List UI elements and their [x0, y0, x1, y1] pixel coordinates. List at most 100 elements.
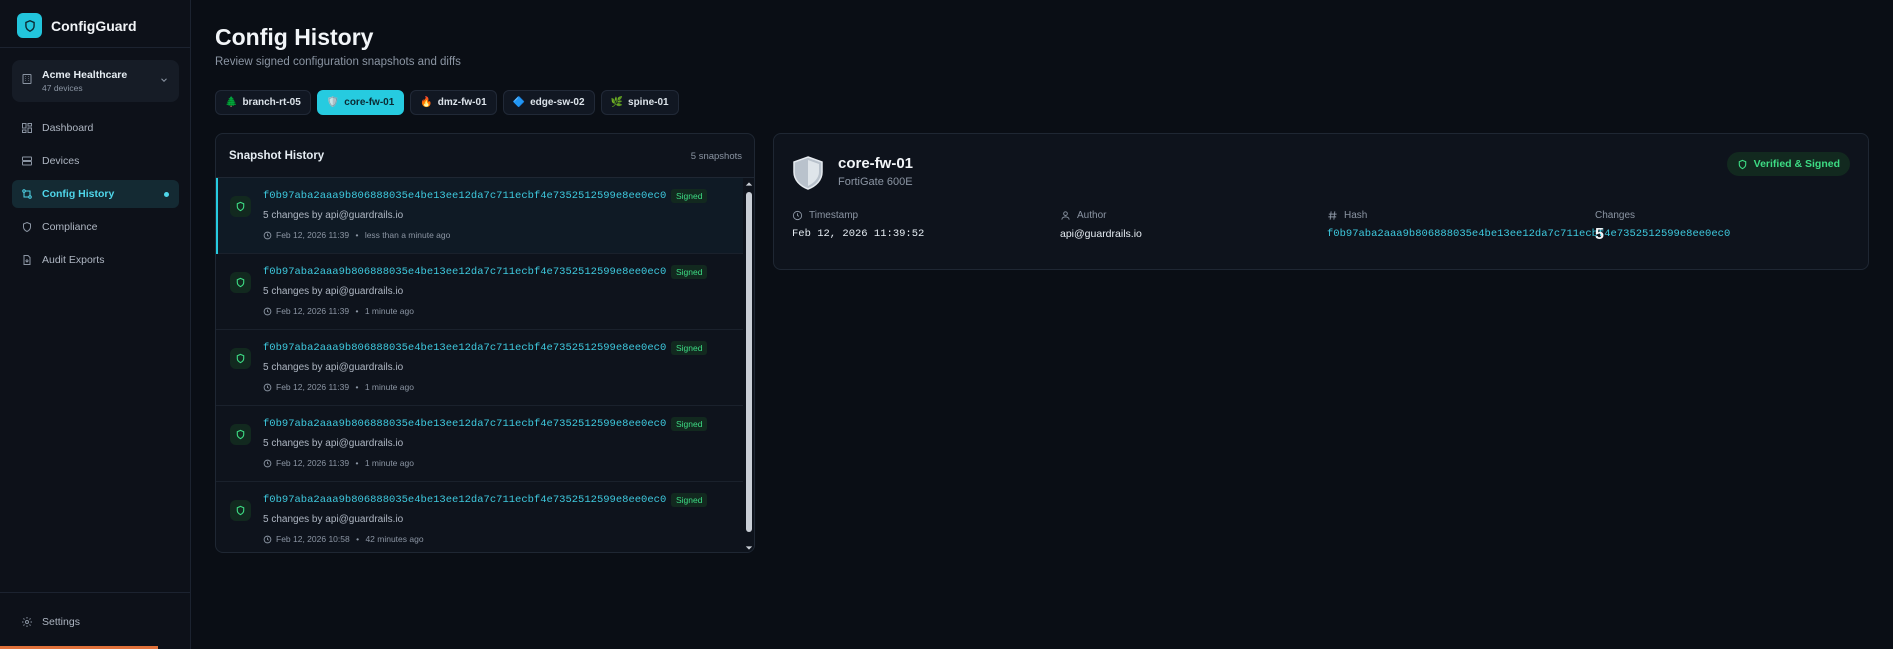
- brand[interactable]: ConfigGuard: [17, 13, 137, 38]
- changes-value: 5: [1595, 226, 1604, 243]
- author-value: api@guardrails.io: [1060, 228, 1142, 240]
- snapshot-changes: 5 changes by api@guardrails.io: [263, 362, 404, 373]
- field-label-text: Hash: [1344, 210, 1368, 221]
- snapshot-item[interactable]: f0b97aba2aaa9b806888035e4be13ee12da7c711…: [216, 178, 743, 254]
- device-name: core-fw-01: [838, 155, 914, 172]
- snapshot-ago: 1 minute ago: [364, 458, 414, 468]
- divider: [0, 47, 190, 48]
- snapshot-list: f0b97aba2aaa9b806888035e4be13ee12da7c711…: [216, 178, 743, 552]
- tab-branch-rt-05[interactable]: 🌲 branch-rt-05: [215, 90, 311, 115]
- shield-check-icon: [230, 272, 251, 293]
- tab-label: dmz-fw-01: [437, 97, 487, 108]
- org-device-count: 47 devices: [42, 83, 83, 93]
- shield-logo-icon: [17, 13, 42, 38]
- panel-header: Snapshot History 5 snapshots: [216, 134, 754, 178]
- shield-icon: [793, 156, 823, 190]
- snapshot-hash: f0b97aba2aaa9b806888035e4be13ee12da7c711…: [263, 190, 667, 202]
- timestamp-label: Timestamp: [792, 210, 858, 221]
- nav-settings[interactable]: Settings: [12, 608, 179, 636]
- brand-name: ConfigGuard: [51, 17, 137, 34]
- verified-label: Verified & Signed: [1753, 158, 1840, 170]
- diamond-icon: 🔷: [512, 97, 526, 108]
- snapshot-item[interactable]: f0b97aba2aaa9b806888035e4be13ee12da7c711…: [216, 482, 743, 552]
- nav-label: Config History: [42, 188, 115, 200]
- signed-badge: Signed: [671, 265, 708, 279]
- server-icon: [22, 156, 32, 166]
- snapshot-detail-panel: core-fw-01 FortiGate 600E Verified & Sig…: [773, 133, 1869, 270]
- bullet: •: [353, 382, 361, 392]
- tab-label: branch-rt-05: [242, 97, 301, 108]
- panel-title: Snapshot History: [229, 150, 325, 162]
- snapshot-changes: 5 changes by api@guardrails.io: [263, 514, 404, 525]
- shield-check-icon: [230, 196, 251, 217]
- field-label-text: Timestamp: [809, 210, 859, 221]
- tab-core-fw-01[interactable]: 🛡️ core-fw-01: [316, 90, 405, 115]
- nav-label: Settings: [42, 616, 80, 628]
- scroll-up-icon[interactable]: [745, 180, 753, 188]
- grid-icon: [22, 123, 32, 133]
- nav-audit-exports[interactable]: Audit Exports: [12, 246, 179, 274]
- shield-check-icon: [230, 500, 251, 521]
- snapshot-date: Feb 12, 2026 11:39: [276, 230, 350, 240]
- field-label-text: Changes: [1595, 210, 1636, 221]
- snapshot-item[interactable]: f0b97aba2aaa9b806888035e4be13ee12da7c711…: [216, 406, 743, 482]
- tree-icon: 🌲: [225, 97, 238, 108]
- snapshot-item[interactable]: f0b97aba2aaa9b806888035e4be13ee12da7c711…: [216, 254, 743, 330]
- file-export-icon: [23, 255, 31, 265]
- snapshot-meta: Feb 12, 2026 11:39 • 1 minute ago: [263, 458, 414, 468]
- shield-icon: [23, 221, 31, 233]
- tab-spine-01[interactable]: 🌿 spine-01: [600, 90, 679, 115]
- author-label: Author: [1060, 210, 1106, 221]
- shield-check-icon: [230, 348, 251, 369]
- tab-label: edge-sw-02: [530, 97, 585, 108]
- leaf-icon: 🌿: [610, 97, 624, 108]
- clock-icon: [263, 459, 272, 467]
- signed-badge: Signed: [671, 493, 708, 507]
- clock-icon: [263, 307, 272, 315]
- org-switcher[interactable]: Acme Healthcare 47 devices: [12, 60, 179, 102]
- device-tabs: 🌲 branch-rt-05 🛡️ core-fw-01 🔥 dmz-fw-01 🔷 e…: [215, 90, 679, 115]
- hash-value[interactable]: f0b97aba2aaa9b806888035e4be13ee12da7c711…: [1327, 228, 1730, 240]
- tab-edge-sw-02[interactable]: 🔷 edge-sw-02: [502, 90, 595, 115]
- snapshot-changes: 5 changes by api@guardrails.io: [263, 286, 404, 297]
- snapshot-ago: 42 minutes ago: [365, 534, 424, 544]
- signed-badge: Signed: [671, 417, 708, 431]
- verified-badge: Verified & Signed: [1726, 152, 1850, 176]
- building-icon: [22, 74, 32, 84]
- snapshot-hash: f0b97aba2aaa9b806888035e4be13ee12da7c711…: [263, 418, 667, 430]
- tab-label: core-fw-01: [344, 97, 395, 108]
- scroll-thumb[interactable]: [746, 192, 752, 532]
- nav-label: Dashboard: [42, 122, 94, 134]
- chevron-down-icon: [161, 78, 167, 82]
- scroll-down-icon[interactable]: [745, 544, 753, 552]
- snapshot-date: Feb 12, 2026 11:39: [276, 306, 350, 316]
- bullet: •: [353, 306, 361, 316]
- shield-icon: 🛡️: [326, 97, 340, 108]
- bullet: •: [353, 230, 361, 240]
- scrollbar[interactable]: [743, 178, 754, 552]
- snapshot-changes: 5 changes by api@guardrails.io: [263, 210, 404, 221]
- snapshot-meta: Feb 12, 2026 11:39 • 1 minute ago: [263, 306, 414, 316]
- signed-badge: Signed: [671, 189, 708, 203]
- snapshot-meta: Feb 12, 2026 11:39 • 1 minute ago: [263, 382, 414, 392]
- nav-devices[interactable]: Devices: [12, 147, 179, 175]
- snapshot-meta: Feb 12, 2026 10:58 • 42 minutes ago: [263, 534, 424, 544]
- nav-label: Compliance: [42, 221, 98, 233]
- tab-dmz-fw-01[interactable]: 🔥 dmz-fw-01: [410, 90, 497, 115]
- device-model: FortiGate 600E: [838, 176, 913, 188]
- snapshot-changes: 5 changes by api@guardrails.io: [263, 438, 404, 449]
- field-label-text: Author: [1077, 210, 1107, 221]
- shield-check-icon: [230, 424, 251, 445]
- nav-config-history[interactable]: Config History: [12, 180, 179, 208]
- snapshot-meta: Feb 12, 2026 11:39 • less than a minute …: [263, 230, 450, 240]
- page-title: Config History: [215, 24, 374, 50]
- snapshot-ago: 1 minute ago: [364, 306, 414, 316]
- org-name: Acme Healthcare: [42, 69, 128, 81]
- clock-icon: [263, 535, 272, 543]
- nav-dashboard[interactable]: Dashboard: [12, 114, 179, 142]
- divider: [0, 592, 190, 593]
- snapshot-item[interactable]: f0b97aba2aaa9b806888035e4be13ee12da7c711…: [216, 330, 743, 406]
- changes-label: Changes: [1595, 210, 1635, 221]
- nav-compliance[interactable]: Compliance: [12, 213, 179, 241]
- gear-icon: [22, 617, 32, 627]
